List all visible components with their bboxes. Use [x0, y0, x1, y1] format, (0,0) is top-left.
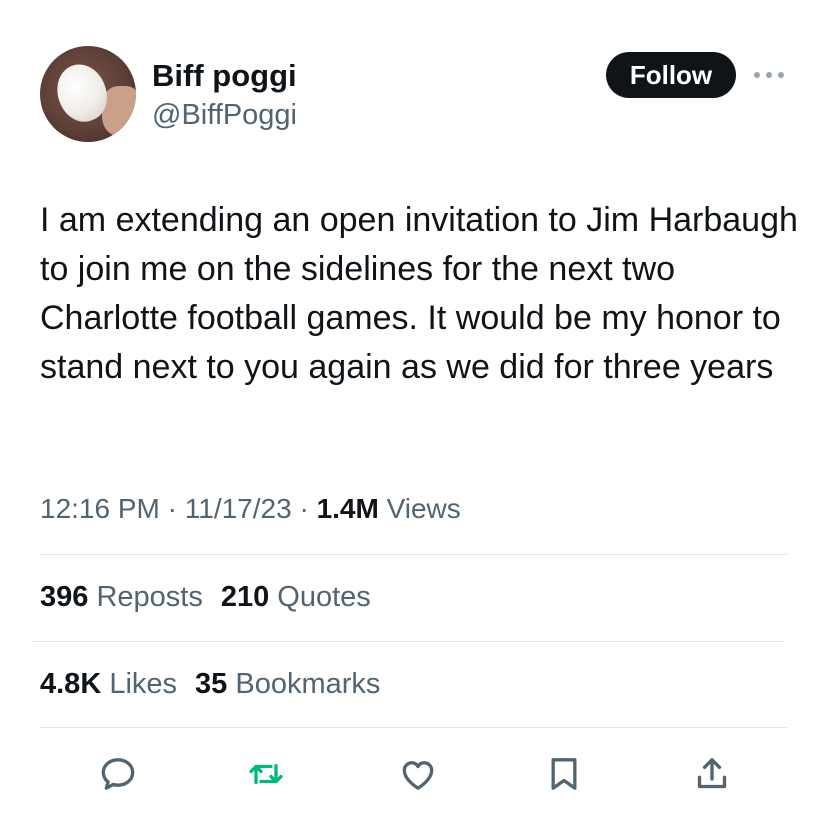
bookmarks-link[interactable]: 35 Bookmarks [195, 668, 380, 700]
views-label: Views [378, 493, 461, 524]
author-display-name[interactable]: Biff poggi [152, 58, 297, 94]
bookmarks-count: 35 [195, 668, 228, 700]
share-icon [697, 758, 727, 789]
engagement-row-1: 396 Reposts 210 Quotes [40, 580, 371, 614]
tweet-time[interactable]: 12:16 PM [40, 493, 160, 524]
reply-button[interactable] [96, 752, 140, 796]
reposts-label: Reposts [88, 581, 203, 613]
views-count: 1.4M [316, 493, 379, 524]
tweet-meta: 12:16 PM · 11/17/23 · 1.4M Views [40, 492, 461, 526]
repost-icon [249, 764, 283, 784]
quotes-count: 210 [220, 581, 270, 613]
meta-separator: · [291, 493, 317, 524]
bookmarks-label: Bookmarks [227, 668, 381, 700]
divider [32, 641, 784, 642]
like-icon [402, 761, 434, 790]
quotes-label: Quotes [269, 581, 371, 613]
share-button[interactable] [690, 752, 734, 796]
bookmark-button[interactable] [542, 752, 586, 796]
tweet-date[interactable]: 11/17/23 [185, 493, 292, 524]
likes-count: 4.8K [40, 668, 102, 700]
engagement-row-2: 4.8K Likes 35 Bookmarks [40, 667, 380, 701]
quotes-link[interactable]: 210 Quotes [221, 581, 371, 613]
like-button[interactable] [396, 752, 440, 796]
reposts-link[interactable]: 396 Reposts [40, 581, 203, 613]
tweet-header: Biff poggi @BiffPoggi Follow [0, 0, 828, 150]
avatar-hand [102, 86, 136, 136]
follow-button[interactable]: Follow [606, 52, 736, 98]
divider [40, 554, 788, 555]
divider [40, 727, 788, 728]
avatar[interactable] [40, 46, 136, 142]
author-handle[interactable]: @BiffPoggi [152, 98, 297, 132]
more-options-icon[interactable] [752, 62, 786, 88]
repost-button[interactable] [244, 752, 288, 796]
reply-icon [101, 758, 135, 790]
reposts-count: 396 [40, 581, 89, 613]
tweet-text: I am extending an open invitation to Jim… [40, 201, 798, 386]
bookmark-icon [551, 758, 577, 790]
likes-link[interactable]: 4.8K Likes [40, 668, 177, 700]
meta-separator: · [159, 493, 185, 524]
likes-label: Likes [101, 668, 178, 700]
